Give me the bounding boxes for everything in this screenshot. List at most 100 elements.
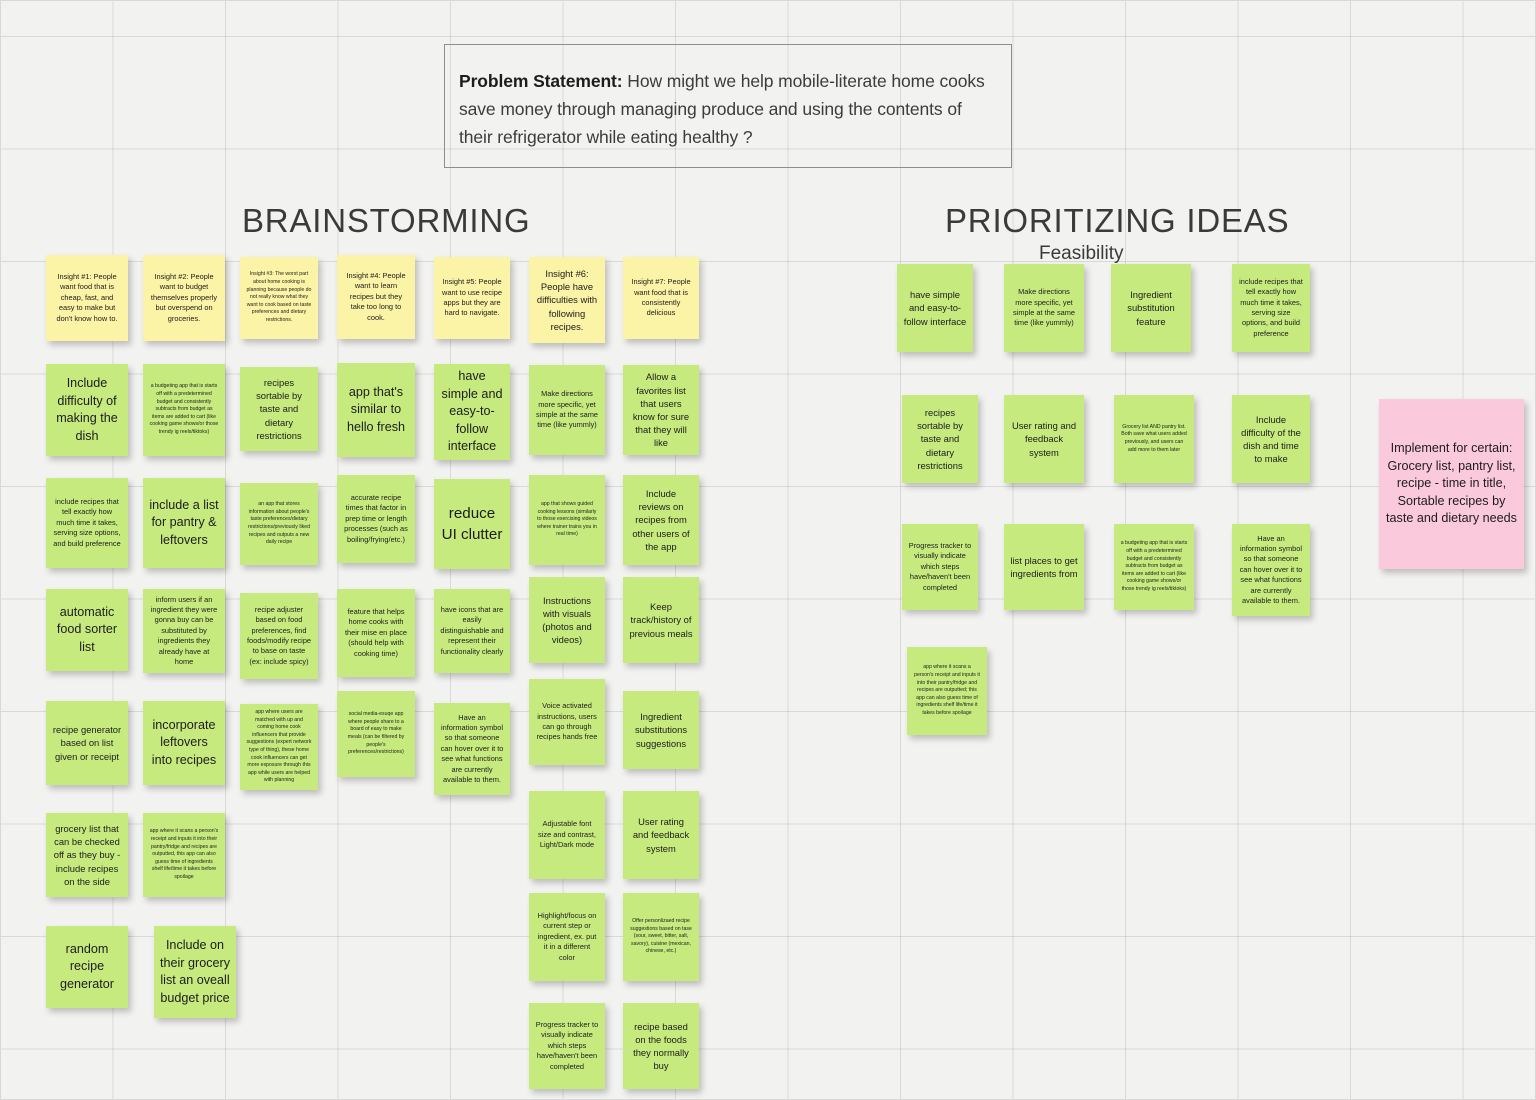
sticky-note[interactable]: Progress tracker to visually indicate wh… xyxy=(529,1003,605,1089)
sticky-note[interactable]: Insight #1: People want food that is che… xyxy=(46,255,128,341)
brainstorming-heading: BRAINSTORMING xyxy=(242,202,531,239)
sticky-note[interactable]: feature that helps home cooks with their… xyxy=(337,589,415,677)
sticky-note[interactable]: grocery list that can be checked off as … xyxy=(46,813,128,897)
sticky-note-text: Insight #7: People want food that is con… xyxy=(631,277,691,318)
sticky-note[interactable]: Offer personlizaed recipe suggestions ba… xyxy=(623,893,699,981)
sticky-note-text: Have an information symbol so that someo… xyxy=(440,712,504,785)
sticky-note-text: User rating and feedback system xyxy=(1011,420,1077,458)
sticky-note[interactable]: Include reviews on recipes from other us… xyxy=(623,475,699,565)
sticky-note[interactable]: a budgeting app that is starts off with … xyxy=(1114,524,1194,610)
sticky-note[interactable]: Instructions with visuals (photos and vi… xyxy=(529,577,605,663)
sticky-note[interactable]: Keep track/history of previous meals xyxy=(623,577,699,663)
sticky-note[interactable]: User rating and feedback system xyxy=(1004,395,1084,483)
sticky-note-text: Offer personlizaed recipe suggestions ba… xyxy=(630,918,692,955)
sticky-note-text: recipes sortable by taste and dietary re… xyxy=(256,376,302,441)
sticky-note-text: app where it scans a person's receipt an… xyxy=(149,828,219,880)
sticky-note[interactable]: Include difficulty of making the dish xyxy=(46,364,128,456)
sticky-note-text: Grocery list AND pantry list. Both save … xyxy=(1121,423,1187,453)
sticky-note[interactable]: incorporate leftovers into recipes xyxy=(143,701,225,785)
sticky-note-text: grocery list that can be checked off as … xyxy=(53,822,121,887)
sticky-note-text: inform users if an ingredient they were … xyxy=(150,594,218,667)
sticky-note[interactable]: Grocery list AND pantry list. Both save … xyxy=(1114,395,1194,483)
sticky-note[interactable]: Insight #4: People want to learn recipes… xyxy=(337,255,415,339)
sticky-note-text: app that's similar to hello fresh xyxy=(346,384,406,434)
sticky-note[interactable]: Insight #2: People want to budget themse… xyxy=(143,255,225,341)
sticky-note-text: include recipes that tell exactly how mu… xyxy=(1239,276,1303,338)
sticky-note[interactable]: accurate recipe times that factor in pre… xyxy=(337,475,415,563)
whiteboard-canvas[interactable]: Problem Statement: How might we help mob… xyxy=(0,0,1536,1100)
sticky-note-text: Insight #4: People want to learn recipes… xyxy=(346,270,406,322)
sticky-note[interactable]: Voice activated instructions, users can … xyxy=(529,679,605,765)
sticky-note-text: include a list for pantry & leftovers xyxy=(149,497,219,547)
sticky-note-text: User rating and feedback system xyxy=(632,816,690,854)
sticky-note-text: app where it scans a person's receipt an… xyxy=(914,664,980,716)
sticky-note[interactable]: app where it scans a person's receipt an… xyxy=(143,813,225,897)
sticky-note[interactable]: Progress tracker to visually indicate wh… xyxy=(902,524,978,610)
sticky-note-text: reduce UI clutter xyxy=(441,505,503,543)
sticky-note[interactable]: Have an information symbol so that someo… xyxy=(434,703,510,795)
sticky-note[interactable]: reduce UI clutter xyxy=(434,479,510,569)
sticky-note-text: Ingredient substitution feature xyxy=(1127,289,1175,327)
sticky-note[interactable]: Include on their grocery list an oveall … xyxy=(154,926,236,1018)
sticky-note[interactable]: recipe generator based on list given or … xyxy=(46,701,128,785)
sticky-note-text: feature that helps home cooks with their… xyxy=(344,606,408,658)
sticky-note[interactable]: Allow a favorites list that users know f… xyxy=(623,365,699,455)
sticky-note[interactable]: recipes sortable by taste and dietary re… xyxy=(240,367,318,451)
sticky-note-text: Insight #3: The worst part about home co… xyxy=(246,271,312,323)
sticky-note-text: Include difficulty of the dish and time … xyxy=(1241,413,1301,465)
sticky-note[interactable]: have simple and easy-to-follow interface xyxy=(434,364,510,460)
sticky-note-text: include recipes that tell exactly how mu… xyxy=(53,496,121,548)
sticky-note[interactable]: automatic food sorter list xyxy=(46,589,128,671)
sticky-note[interactable]: Insight #5: People want to use recipe ap… xyxy=(434,257,510,339)
sticky-note-text: Insight #5: People want to use recipe ap… xyxy=(442,277,502,318)
sticky-note[interactable]: app that's similar to hello fresh xyxy=(337,363,415,457)
sticky-note[interactable]: an app that stores information about peo… xyxy=(240,483,318,565)
sticky-note-text: Make directions more specific, yet simpl… xyxy=(535,389,599,430)
sticky-note[interactable]: recipes sortable by taste and dietary re… xyxy=(902,395,978,483)
sticky-note[interactable]: User rating and feedback system xyxy=(623,791,699,879)
sticky-note[interactable]: list places to get ingredients from xyxy=(1004,524,1084,610)
sticky-note[interactable]: Include difficulty of the dish and time … xyxy=(1232,395,1310,483)
sticky-note[interactable]: social media-esuqe app where people shar… xyxy=(337,691,415,777)
sticky-note-text: Include reviews on recipes from other us… xyxy=(632,487,690,552)
sticky-note[interactable]: Insight #6: People have difficulties wit… xyxy=(529,257,605,343)
sticky-note[interactable]: app where it scans a person's receipt an… xyxy=(907,647,987,735)
sticky-note[interactable]: Highlight/focus on current step or ingre… xyxy=(529,893,605,981)
sticky-note[interactable]: Have an information symbol so that someo… xyxy=(1232,524,1310,616)
sticky-note-text: a budgeting app that is starts off with … xyxy=(149,383,219,435)
sticky-note[interactable]: a budgeting app that is starts off with … xyxy=(143,364,225,456)
sticky-note[interactable]: include recipes that tell exactly how mu… xyxy=(46,478,128,568)
problem-statement-box[interactable]: Problem Statement: How might we help mob… xyxy=(444,44,1012,168)
sticky-note[interactable]: Adjustable font size and contrast, Light… xyxy=(529,791,605,879)
sticky-note[interactable]: Insight #3: The worst part about home co… xyxy=(240,257,318,339)
sticky-note[interactable]: have simple and easy-to-follow interface xyxy=(897,264,973,352)
sticky-note[interactable]: Ingredient substitution feature xyxy=(1111,264,1191,352)
sticky-note[interactable]: app where users are matched with up and … xyxy=(240,704,318,790)
sticky-note[interactable]: app that shows guided cooking lessons (s… xyxy=(529,475,605,565)
sticky-note-text: Include on their grocery list an oveall … xyxy=(160,938,230,1005)
sticky-note-text: random recipe generator xyxy=(60,941,114,991)
sticky-note[interactable]: Make directions more specific, yet simpl… xyxy=(529,365,605,455)
sticky-note-text: Highlight/focus on current step or ingre… xyxy=(537,910,597,962)
sticky-note[interactable]: recipe adjuster based on food preference… xyxy=(240,593,318,679)
sticky-note[interactable]: Insight #7: People want food that is con… xyxy=(623,257,699,339)
sticky-note[interactable]: Ingredient substitutions suggestions xyxy=(623,691,699,769)
sticky-note-text: Keep track/history of previous meals xyxy=(629,601,693,639)
sticky-note-text: recipe generator based on list given or … xyxy=(52,724,122,762)
sticky-note-text: Insight #1: People want food that is che… xyxy=(56,271,118,323)
sticky-note[interactable]: inform users if an ingredient they were … xyxy=(143,589,225,673)
sticky-note[interactable]: recipe based on the foods they normally … xyxy=(623,1003,699,1089)
sticky-note-text: Include difficulty of making the dish xyxy=(56,376,118,443)
sticky-note-text: Progress tracker to visually indicate wh… xyxy=(908,540,972,592)
sticky-note[interactable]: include a list for pantry & leftovers xyxy=(143,478,225,568)
sticky-note[interactable]: random recipe generator xyxy=(46,926,128,1008)
sticky-note[interactable]: Make directions more specific, yet simpl… xyxy=(1004,264,1084,352)
sticky-note-text: an app that stores information about peo… xyxy=(248,501,310,546)
sticky-note-text: have simple and easy-to-follow interface xyxy=(441,369,503,454)
sticky-note[interactable]: Implement for certain: Grocery list, pan… xyxy=(1379,399,1524,569)
sticky-note[interactable]: include recipes that tell exactly how mu… xyxy=(1232,264,1310,352)
feasibility-subheading: Feasibility xyxy=(1039,243,1124,264)
sticky-note[interactable]: have icons that are easily distinguishab… xyxy=(434,589,510,673)
sticky-note-text: incorporate leftovers into recipes xyxy=(151,717,217,767)
sticky-note-text: social media-esuqe app where people shar… xyxy=(347,711,405,756)
